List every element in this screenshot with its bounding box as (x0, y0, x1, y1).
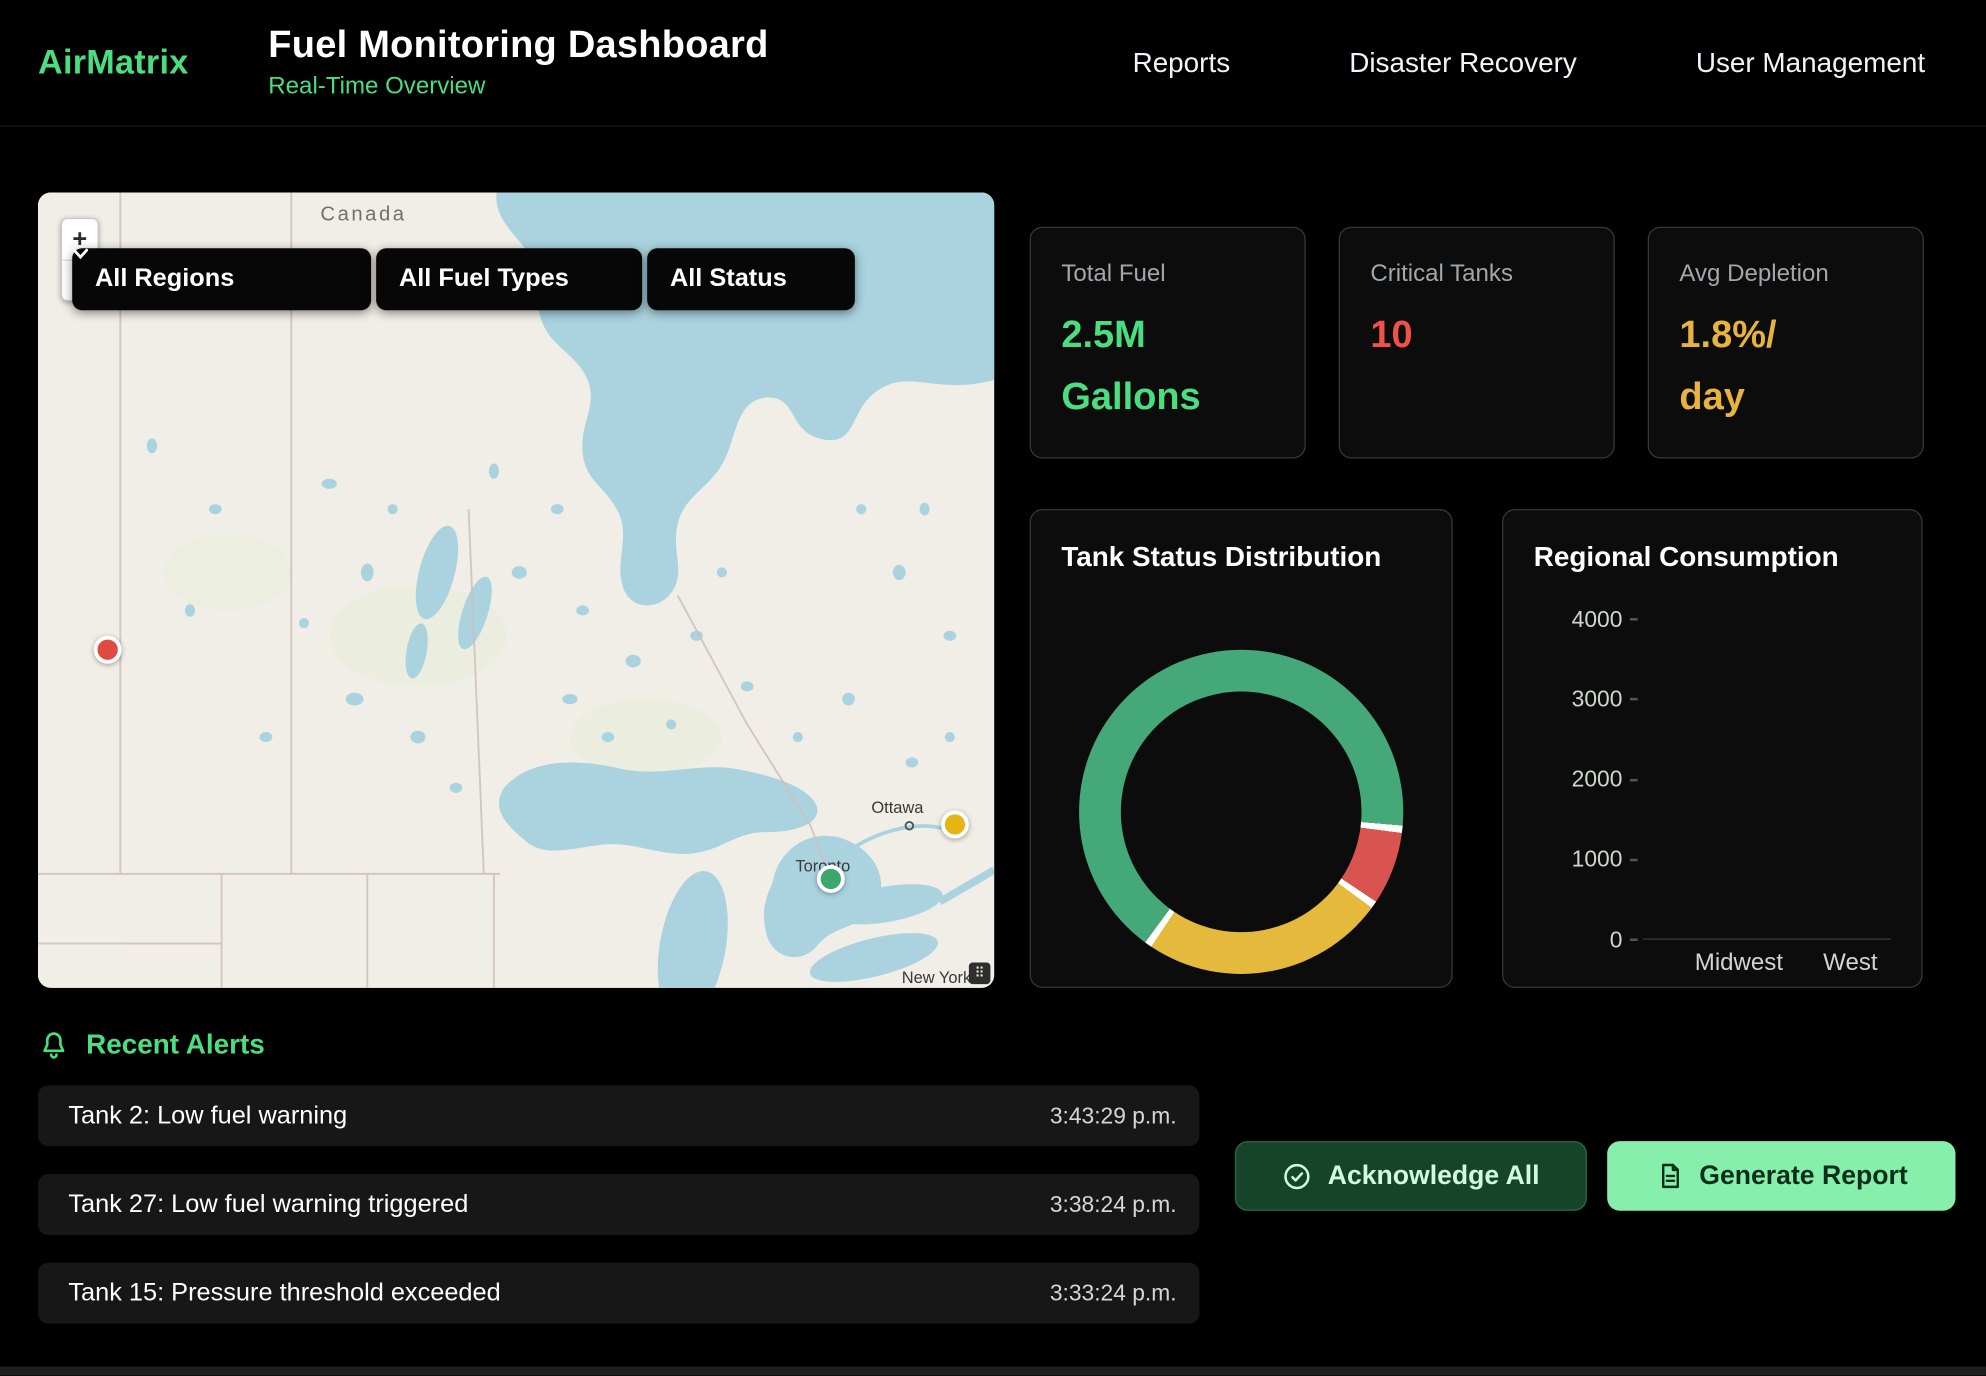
charts-row: Tank Status Distribution Regional Consum… (1030, 509, 1923, 988)
stat-label: Total Fuel (1061, 261, 1274, 289)
chart-title: Regional Consumption (1534, 541, 1891, 574)
y-axis-tick: 3000 (1572, 688, 1638, 711)
recent-alerts-section: Recent Alerts Tank 2: Low fuel warning 3… (38, 1013, 1955, 1323)
regional-consumption-card: Regional Consumption 0 1000 2000 3000 4000 M… (1502, 509, 1922, 988)
alert-message: Tank 15: Pressure threshold exceeded (68, 1279, 500, 1308)
y-axis-tick: 2000 (1572, 768, 1638, 791)
tank-marker-warning[interactable] (941, 811, 969, 839)
fuel-type-filter-label: All Fuel Types (399, 265, 569, 294)
generate-report-button[interactable]: Generate Report (1607, 1141, 1955, 1211)
stat-value: 2.5M Gallons (1061, 305, 1232, 428)
chart-title: Tank Status Distribution (1061, 541, 1421, 574)
bar-tick-label: Midwest (1720, 950, 1758, 978)
bar-labels: Midwest West (1643, 950, 1891, 978)
tank-marker-normal[interactable] (817, 865, 845, 893)
check-circle-icon (1282, 1161, 1312, 1191)
bar-plot: Midwest West (1643, 619, 1891, 977)
alert-row: Tank 2: Low fuel warning 3:43:29 p.m. (38, 1085, 1199, 1146)
bar-columns (1643, 619, 1891, 939)
tank-marker-critical[interactable] (94, 636, 122, 664)
app-header: AirMatrix Fuel Monitoring Dashboard Real… (0, 0, 1986, 127)
page-subtitle: Real-Time Overview (268, 73, 768, 101)
generate-report-label: Generate Report (1699, 1161, 1907, 1191)
bar-tick-label: West (1831, 950, 1869, 978)
alert-time: 3:38:24 p.m. (1050, 1191, 1177, 1218)
map-filter-bar: All Regions All Fuel Types All Status (72, 248, 855, 310)
alerts-header: Recent Alerts (38, 1028, 1955, 1061)
fuel-type-filter-dropdown[interactable]: All Fuel Types (376, 248, 642, 310)
y-axis-tick: 4000 (1572, 608, 1638, 631)
alert-actions: Acknowledge All Generate Report (1235, 1141, 1956, 1211)
status-filter-label: All Status (670, 265, 787, 294)
stat-label: Avg Depletion (1679, 261, 1892, 289)
regions-filter-label: All Regions (95, 265, 234, 294)
nav-disaster-recovery[interactable]: Disaster Recovery (1349, 46, 1577, 79)
y-axis-tick: 0 (1610, 928, 1638, 951)
donut-hole (1121, 692, 1362, 933)
nav-user-management[interactable]: User Management (1696, 46, 1925, 79)
tank-status-donut (1079, 650, 1403, 974)
stat-card-critical-tanks: Critical Tanks 10 (1339, 227, 1615, 459)
tank-status-card: Tank Status Distribution (1030, 509, 1453, 988)
map-label-new-york: New York (902, 969, 972, 987)
alert-message: Tank 2: Low fuel warning (68, 1101, 347, 1130)
regions-filter-dropdown[interactable]: All Regions (72, 248, 371, 310)
stat-card-avg-depletion: Avg Depletion 1.8%/ day (1648, 227, 1924, 459)
top-nav: Reports Disaster Recovery User Managemen… (1133, 46, 1986, 79)
alert-list: Tank 2: Low fuel warning 3:43:29 p.m. Ta… (38, 1085, 1199, 1323)
fuel-map[interactable]: Canada Ottawa Toronto New York + − All R… (38, 193, 994, 988)
stat-label: Critical Tanks (1370, 261, 1583, 289)
brand-logo: AirMatrix (38, 43, 189, 82)
bar-y-axis: 01000200030004000 (1534, 619, 1638, 939)
map-label-canada: Canada (320, 203, 406, 225)
document-icon (1655, 1161, 1684, 1190)
stats-row: Total Fuel 2.5M Gallons Critical Tanks 1… (1030, 227, 1924, 459)
map-resize-handle[interactable]: ⠿ (969, 963, 991, 985)
y-axis-tick: 1000 (1572, 848, 1638, 871)
alerts-title: Recent Alerts (86, 1028, 265, 1061)
map-label-ottawa: Ottawa (871, 799, 924, 817)
page-title: Fuel Monitoring Dashboard (268, 24, 768, 67)
bar-tick-label (1776, 950, 1814, 978)
footer-strip (0, 1367, 1986, 1376)
alert-message: Tank 27: Low fuel warning triggered (68, 1190, 468, 1219)
acknowledge-all-label: Acknowledge All (1328, 1161, 1540, 1191)
map-canvas: Canada Ottawa Toronto New York (38, 193, 994, 988)
nav-reports[interactable]: Reports (1133, 46, 1231, 79)
alert-time: 3:33:24 p.m. (1050, 1280, 1177, 1307)
stat-value: 10 (1370, 305, 1541, 367)
regional-consumption-chart: 01000200030004000 MidwestWest (1534, 619, 1891, 977)
alert-row: Tank 27: Low fuel warning triggered 3:38… (38, 1174, 1199, 1235)
bell-icon (38, 1029, 70, 1061)
dashboard-root: AirMatrix Fuel Monitoring Dashboard Real… (0, 0, 1986, 1375)
alert-row: Tank 15: Pressure threshold exceeded 3:3… (38, 1263, 1199, 1324)
stat-value: 1.8%/ day (1679, 305, 1850, 428)
status-filter-dropdown[interactable]: All Status (647, 248, 855, 310)
alert-time: 3:43:29 p.m. (1050, 1102, 1177, 1129)
title-block: Fuel Monitoring Dashboard Real-Time Over… (268, 24, 768, 101)
stat-card-total-fuel: Total Fuel 2.5M Gallons (1030, 227, 1306, 459)
acknowledge-all-button[interactable]: Acknowledge All (1235, 1141, 1587, 1211)
